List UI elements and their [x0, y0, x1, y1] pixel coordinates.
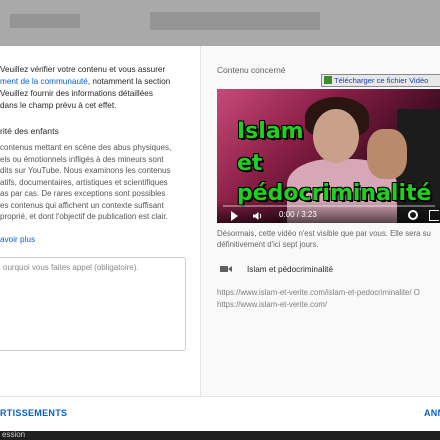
settings-gear-icon[interactable] [408, 210, 418, 220]
learn-more-link[interactable]: avoir plus [0, 235, 35, 244]
video-camera-icon [220, 266, 228, 272]
video-camera-icon [228, 266, 232, 272]
play-icon[interactable] [231, 211, 238, 221]
download-video-button[interactable]: Télécharger ce fichier Vidéo [321, 74, 440, 87]
video-overlay-text: et [237, 151, 263, 176]
video-progress-bar[interactable] [223, 205, 435, 207]
visibility-notice: Désormais, cette vidéo n'est visible que… [217, 229, 431, 249]
content-section-label: Contenu concerné [217, 65, 286, 75]
video-controls: 0:00 / 3:23 [217, 201, 440, 223]
background-text: ession [2, 430, 26, 439]
volume-icon[interactable] [253, 211, 263, 221]
video-player[interactable]: Islam et pédocriminalité 0:00 / 3:23 [217, 89, 440, 223]
textarea-placeholder: ourquoi vous faites appel (obligatoire). [3, 263, 139, 272]
intro-text: Veuillez vérifier votre contenu et vous … [0, 65, 171, 110]
video-title-row: Islam et pédocriminalité [217, 263, 440, 277]
video-description: https://www.islam-et-verite.com/islam-et… [217, 288, 420, 309]
dialog-footer: RTISSEMENTS ANN [0, 396, 440, 431]
video-figure [313, 109, 359, 163]
policy-section-body: contenus mettant en scène des abus physi… [0, 143, 172, 221]
report-dialog: Veuillez vérifier votre contenu et vous … [0, 46, 440, 431]
dimmed-page-header [0, 0, 440, 46]
video-figure [367, 129, 407, 179]
video-title: Islam et pédocriminalité [247, 265, 334, 274]
download-icon [324, 76, 332, 84]
dimmed-page-footer: ession [0, 430, 440, 440]
warnings-button[interactable]: RTISSEMENTS [0, 408, 67, 418]
appeal-form-panel: Veuillez vérifier votre contenu et vous … [0, 46, 200, 396]
content-panel: Contenu concerné Télécharger ce fichier … [200, 46, 440, 396]
community-guidelines-link[interactable]: ment de la communauté [0, 77, 88, 86]
fullscreen-icon[interactable] [429, 210, 439, 221]
appeal-reason-textarea[interactable]: ourquoi vous faites appel (obligatoire). [0, 257, 186, 351]
cancel-button[interactable]: ANN [424, 408, 440, 418]
video-time: 0:00 / 3:23 [279, 210, 317, 219]
policy-section-title: rité des enfants [0, 126, 59, 136]
video-overlay-text: Islam [237, 119, 304, 144]
